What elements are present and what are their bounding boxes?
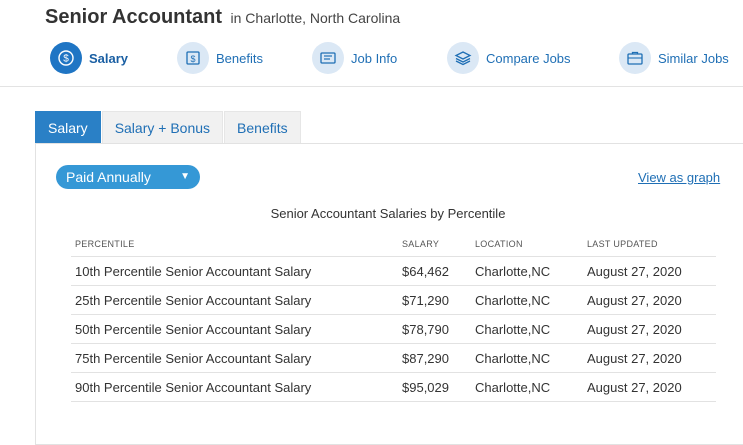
- salary-tabs: Salary Salary + Bonus Benefits: [35, 111, 302, 144]
- nav-item-compare-jobs[interactable]: Compare Jobs: [447, 41, 571, 75]
- last-updated-cell: August 27, 2020: [583, 343, 716, 373]
- salary-cell: $78,790: [398, 314, 471, 344]
- table-row: 50th Percentile Senior Accountant Salary…: [71, 314, 716, 344]
- percentile-cell: 10th Percentile Senior Accountant Salary: [71, 256, 398, 286]
- nav-item-similar-jobs[interactable]: Similar Jobs: [619, 41, 729, 75]
- table-row: 10th Percentile Senior Accountant Salary…: [71, 256, 716, 286]
- briefcase-icon: [619, 42, 651, 74]
- tab-benefits[interactable]: Benefits: [224, 111, 301, 144]
- job-location: in Charlotte, North Carolina: [230, 10, 401, 26]
- nav-item-salary[interactable]: $ Salary: [50, 41, 128, 75]
- table-title: Senior Accountant Salaries by Percentile: [270, 206, 506, 221]
- last-updated-cell: August 27, 2020: [583, 256, 716, 286]
- location-cell: Charlotte,NC: [471, 372, 583, 402]
- page-title: Senior Accountant in Charlotte, North Ca…: [45, 6, 400, 29]
- nav-label-benefits: Benefits: [216, 50, 263, 66]
- section-nav: $ Salary $ Benefits Job Info Compare Job…: [0, 40, 743, 87]
- nav-label-job-info: Job Info: [351, 50, 398, 66]
- column-header-salary: SALARY: [398, 232, 471, 257]
- column-header-location: LOCATION: [471, 232, 583, 257]
- nav-item-benefits[interactable]: $ Benefits: [177, 41, 263, 75]
- salary-percentile-table: PERCENTILE SALARY LOCATION LAST UPDATED …: [71, 232, 716, 402]
- table-row: 75th Percentile Senior Accountant Salary…: [71, 343, 716, 373]
- location-cell: Charlotte,NC: [471, 256, 583, 286]
- svg-text:$: $: [190, 54, 195, 64]
- tab-salary[interactable]: Salary: [35, 111, 101, 144]
- percentile-cell: 25th Percentile Senior Accountant Salary: [71, 285, 398, 315]
- percentile-cell: 90th Percentile Senior Accountant Salary: [71, 372, 398, 402]
- pay-frequency-dropdown[interactable]: Paid Annually ▼: [56, 165, 200, 189]
- table-row: 90th Percentile Senior Accountant Salary…: [71, 372, 716, 402]
- pay-frequency-value: Paid Annually: [66, 169, 151, 185]
- percentile-cell: 75th Percentile Senior Accountant Salary: [71, 343, 398, 373]
- svg-text:$: $: [63, 54, 69, 65]
- view-as-graph-link[interactable]: View as graph: [638, 170, 720, 185]
- nav-label-salary: Salary: [89, 50, 129, 66]
- layers-icon: [447, 42, 479, 74]
- chevron-down-icon: ▼: [180, 171, 190, 182]
- salary-cell: $71,290: [398, 285, 471, 315]
- job-info-icon: [312, 42, 344, 74]
- nav-label-compare-jobs: Compare Jobs: [486, 50, 571, 66]
- nav-label-similar-jobs: Similar Jobs: [658, 50, 729, 66]
- column-header-last-updated: LAST UPDATED: [583, 232, 716, 257]
- benefits-icon: $: [177, 42, 209, 74]
- location-cell: Charlotte,NC: [471, 314, 583, 344]
- column-header-percentile: PERCENTILE: [71, 232, 398, 257]
- last-updated-cell: August 27, 2020: [583, 372, 716, 402]
- salary-cell: $64,462: [398, 256, 471, 286]
- last-updated-cell: August 27, 2020: [583, 285, 716, 315]
- last-updated-cell: August 27, 2020: [583, 314, 716, 344]
- salary-cell: $95,029: [398, 372, 471, 402]
- dollar-icon: $: [50, 42, 82, 74]
- location-cell: Charlotte,NC: [471, 285, 583, 315]
- nav-item-job-info[interactable]: Job Info: [312, 41, 397, 75]
- table-header-row: PERCENTILE SALARY LOCATION LAST UPDATED: [71, 232, 716, 257]
- percentile-cell: 50th Percentile Senior Accountant Salary: [71, 314, 398, 344]
- salary-cell: $87,290: [398, 343, 471, 373]
- table-row: 25th Percentile Senior Accountant Salary…: [71, 285, 716, 315]
- job-title: Senior Accountant: [45, 6, 223, 28]
- tab-salary-bonus[interactable]: Salary + Bonus: [101, 111, 224, 144]
- location-cell: Charlotte,NC: [471, 343, 583, 373]
